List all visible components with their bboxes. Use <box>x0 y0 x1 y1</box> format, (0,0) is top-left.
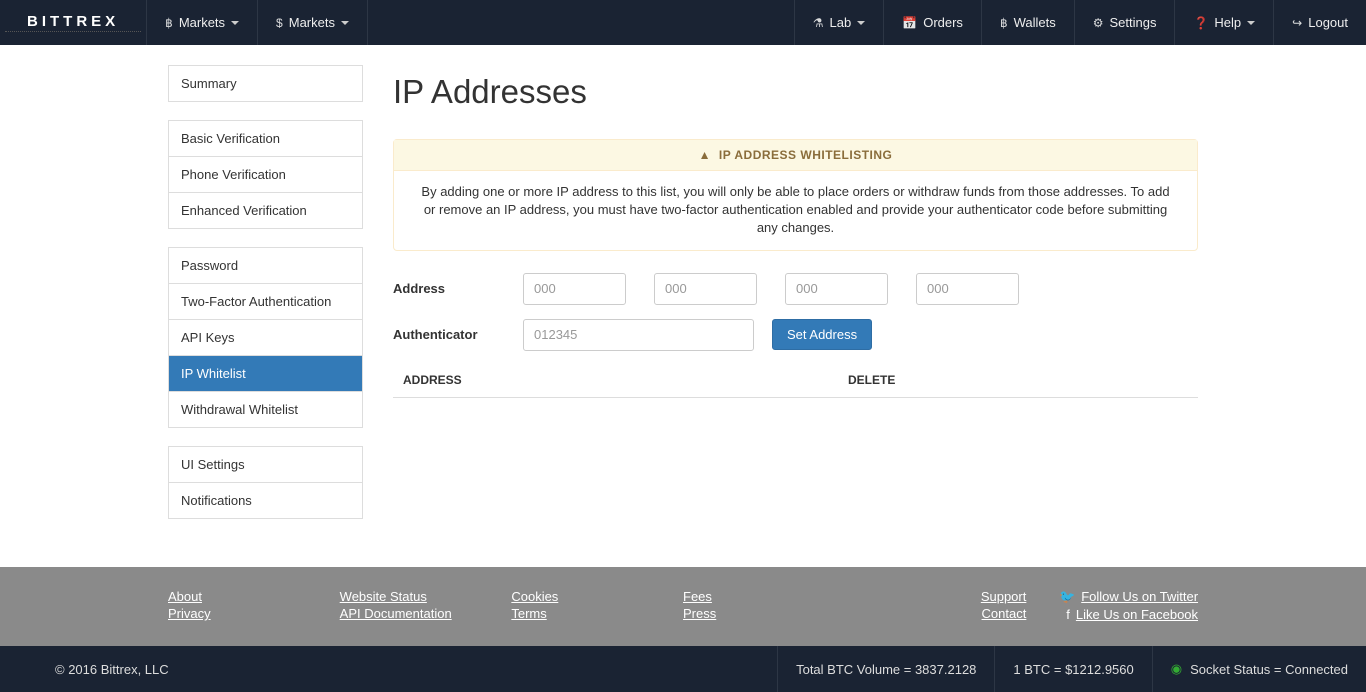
sidebar-item-two-factor[interactable]: Two-Factor Authentication <box>169 283 362 319</box>
nav-label: Markets <box>179 15 225 30</box>
warning-heading: ▲ IP ADDRESS WHITELISTING <box>394 140 1197 171</box>
authenticator-input[interactable] <box>523 319 754 351</box>
bitcoin-icon: ฿ <box>165 16 173 30</box>
logout-icon: ↪ <box>1292 16 1302 30</box>
sidebar-item-api-keys[interactable]: API Keys <box>169 319 362 355</box>
caret-down-icon <box>231 21 239 25</box>
footer-fees-link[interactable]: Fees <box>683 589 712 604</box>
footer-privacy-link[interactable]: Privacy <box>168 606 211 621</box>
top-navbar: BITTREX ฿ Markets $ Markets ⚗ Lab 📅 Orde… <box>0 0 1366 45</box>
lab-icon: ⚗ <box>813 16 824 30</box>
footer-support-link[interactable]: Support <box>981 589 1027 604</box>
sidebar-item-password[interactable]: Password <box>169 248 362 283</box>
warning-body: By adding one or more IP address to this… <box>394 171 1197 250</box>
nav-label: Logout <box>1308 15 1348 30</box>
caret-down-icon <box>1247 21 1255 25</box>
ip-octet-2-input[interactable] <box>654 273 757 305</box>
brand-logo[interactable]: BITTREX <box>5 12 141 32</box>
btc-volume-status: Total BTC Volume = 3837.2128 <box>777 646 994 692</box>
socket-status-text: Socket Status = Connected <box>1190 662 1348 677</box>
footer-api-docs-link[interactable]: API Documentation <box>340 606 452 621</box>
ip-octet-3-input[interactable] <box>785 273 888 305</box>
nav-label: Lab <box>830 15 852 30</box>
bitcoin-icon: ฿ <box>1000 16 1008 30</box>
nav-orders[interactable]: 📅 Orders <box>883 0 981 45</box>
nav-label: Orders <box>923 15 963 30</box>
nav-label: Wallets <box>1014 15 1056 30</box>
question-icon: ❓ <box>1193 16 1208 30</box>
caret-down-icon <box>857 21 865 25</box>
sidebar-group: Basic Verification Phone Verification En… <box>168 120 363 229</box>
sidebar-group: Password Two-Factor Authentication API K… <box>168 247 363 428</box>
calendar-icon: 📅 <box>902 16 917 30</box>
footer-links: About Privacy Website Status API Documen… <box>0 567 1366 646</box>
nav-wallets[interactable]: ฿ Wallets <box>981 0 1074 45</box>
nav-lab[interactable]: ⚗ Lab <box>794 0 883 45</box>
sidebar-item-enhanced-verification[interactable]: Enhanced Verification <box>169 192 362 228</box>
column-address: ADDRESS <box>403 373 848 387</box>
nav-btc-markets[interactable]: ฿ Markets <box>146 0 257 45</box>
nav-left-group: ฿ Markets $ Markets <box>146 0 368 45</box>
main-content: IP Addresses ▲ IP ADDRESS WHITELISTING B… <box>393 65 1198 537</box>
facebook-icon: f <box>1066 607 1070 622</box>
sidebar-item-ui-settings[interactable]: UI Settings <box>169 447 362 482</box>
sidebar-item-ip-whitelist[interactable]: IP Whitelist <box>169 355 362 391</box>
footer-about-link[interactable]: About <box>168 589 202 604</box>
footer-website-status-link[interactable]: Website Status <box>340 589 427 604</box>
nav-label: Help <box>1214 15 1241 30</box>
nav-right-group: ⚗ Lab 📅 Orders ฿ Wallets ⚙ Settings ❓ He… <box>794 0 1366 45</box>
nav-label: Markets <box>289 15 335 30</box>
ip-octet-4-input[interactable] <box>916 273 1019 305</box>
footer-cookies-link[interactable]: Cookies <box>511 589 558 604</box>
copyright-text: © 2016 Bittrex, LLC <box>0 646 169 692</box>
footer-facebook-link[interactable]: Like Us on Facebook <box>1076 607 1198 622</box>
sidebar-group: UI Settings Notifications <box>168 446 363 519</box>
ip-octet-1-input[interactable] <box>523 273 626 305</box>
footer-status-bar: © 2016 Bittrex, LLC Total BTC Volume = 3… <box>0 646 1366 692</box>
nav-settings[interactable]: ⚙ Settings <box>1074 0 1175 45</box>
wifi-icon: ◉ <box>1171 661 1182 677</box>
footer-press-link[interactable]: Press <box>683 606 716 621</box>
warning-icon: ▲ <box>699 148 711 162</box>
caret-down-icon <box>341 21 349 25</box>
set-address-button[interactable]: Set Address <box>772 319 872 350</box>
nav-help[interactable]: ❓ Help <box>1174 0 1273 45</box>
footer-terms-link[interactable]: Terms <box>511 606 546 621</box>
address-row: Address <box>393 273 1198 305</box>
address-label: Address <box>393 281 523 296</box>
sidebar-item-phone-verification[interactable]: Phone Verification <box>169 156 362 192</box>
dollar-icon: $ <box>276 16 283 30</box>
footer-twitter-link[interactable]: Follow Us on Twitter <box>1081 589 1198 604</box>
nav-logout[interactable]: ↪ Logout <box>1273 0 1366 45</box>
sidebar-item-withdrawal-whitelist[interactable]: Withdrawal Whitelist <box>169 391 362 427</box>
sidebar-item-basic-verification[interactable]: Basic Verification <box>169 121 362 156</box>
twitter-icon: 🐦 <box>1059 589 1075 605</box>
gear-icon: ⚙ <box>1093 16 1104 30</box>
authenticator-label: Authenticator <box>393 327 523 342</box>
sidebar-item-notifications[interactable]: Notifications <box>169 482 362 518</box>
warning-title: IP ADDRESS WHITELISTING <box>719 148 893 162</box>
nav-usd-markets[interactable]: $ Markets <box>257 0 368 45</box>
ip-table-header: ADDRESS DELETE <box>393 365 1198 398</box>
nav-label: Settings <box>1109 15 1156 30</box>
btc-price-status: 1 BTC = $1212.9560 <box>994 646 1151 692</box>
page-title: IP Addresses <box>393 73 1198 111</box>
footer-contact-link[interactable]: Contact <box>982 606 1027 621</box>
column-delete: DELETE <box>848 373 1188 387</box>
settings-sidebar: Summary Basic Verification Phone Verific… <box>168 65 363 537</box>
authenticator-row: Authenticator Set Address <box>393 319 1198 351</box>
warning-panel: ▲ IP ADDRESS WHITELISTING By adding one … <box>393 139 1198 251</box>
socket-status: ◉ Socket Status = Connected <box>1152 646 1366 692</box>
sidebar-group: Summary <box>168 65 363 102</box>
sidebar-item-summary[interactable]: Summary <box>169 66 362 101</box>
